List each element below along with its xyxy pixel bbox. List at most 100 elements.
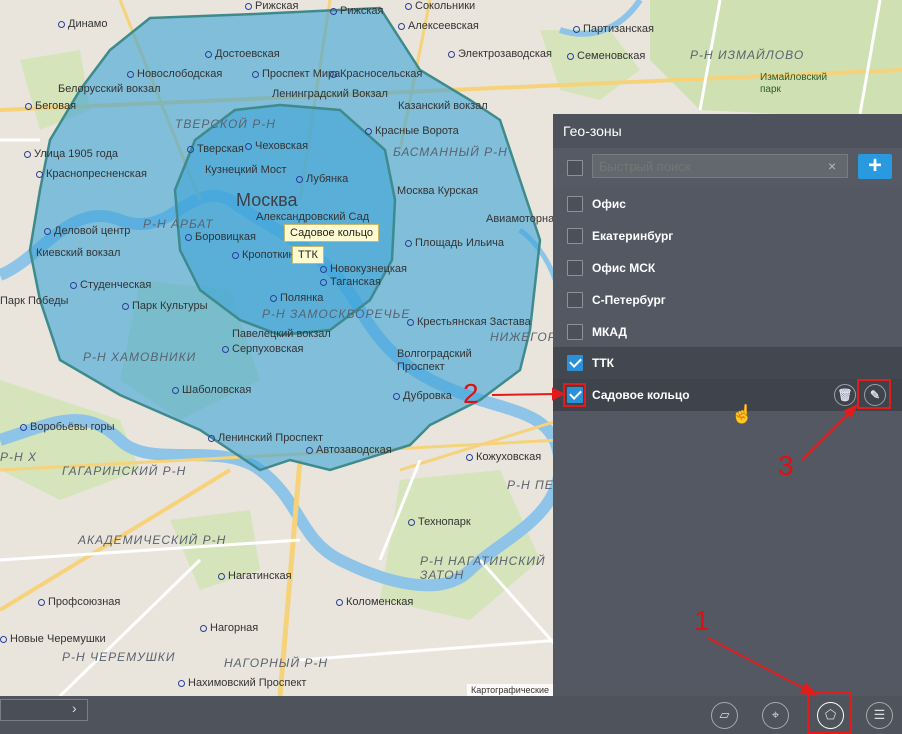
metro-label: Чеховская bbox=[245, 140, 308, 153]
metro-label: Улица 1905 года bbox=[24, 148, 118, 161]
metro-label: Электрозаводская bbox=[448, 48, 552, 61]
district-label: Р-Н Х bbox=[0, 450, 38, 464]
annotation-box-checkbox bbox=[563, 383, 586, 407]
metro-label: Нагатинская bbox=[218, 570, 292, 583]
zone-row[interactable]: Офис bbox=[553, 188, 902, 220]
zone-row[interactable]: Офис МСК bbox=[553, 252, 902, 284]
district-label: НИЖЕГОР bbox=[490, 330, 557, 344]
eraser-tool-button[interactable]: ▱ bbox=[711, 702, 738, 729]
eraser-icon: ▱ bbox=[719, 707, 730, 722]
metro-label: Серпуховская bbox=[222, 343, 303, 356]
layers-icon: ☰ bbox=[873, 707, 886, 722]
metro-label: Новослободская bbox=[127, 68, 222, 81]
map-label: Парк Победы bbox=[0, 295, 69, 307]
map-label: Белорусский вокзал bbox=[58, 83, 161, 95]
zone-row-sadovoe[interactable]: Садовое кольцо 🗑 ✎ bbox=[553, 379, 902, 411]
metro-label: Рижская bbox=[245, 0, 298, 13]
geozones-panel: Гео-зоны × + Офис Екатеринбург Офис МСК … bbox=[553, 114, 902, 696]
metro-label: Воробьёвы горы bbox=[20, 421, 115, 434]
metro-label: Студенческая bbox=[70, 279, 151, 292]
zone-checkbox[interactable] bbox=[567, 260, 583, 276]
zone-checkbox[interactable] bbox=[567, 324, 583, 340]
metro-label: Кожуховская bbox=[466, 451, 541, 464]
metro-label: Таганская bbox=[320, 276, 381, 289]
map-marker-icon: ⌖ bbox=[771, 707, 780, 722]
map-label: Казанский вокзал bbox=[398, 100, 488, 112]
district-label: ТВЕРСКОЙ Р-Н bbox=[175, 117, 276, 131]
district-label: БАСМАННЫЙ Р-Н bbox=[393, 145, 508, 159]
metro-label: Боровицкая bbox=[185, 231, 256, 244]
metro-label: Коломенская bbox=[336, 596, 413, 609]
metro-label: Полянка bbox=[270, 292, 323, 305]
metro-label: Рижская bbox=[330, 5, 383, 18]
trash-icon: 🗑 bbox=[837, 388, 853, 402]
metro-label: Дубровка bbox=[393, 390, 452, 403]
metro-label: Нахимовский Проспект bbox=[178, 677, 306, 690]
map-label: Павелецкий вокзал bbox=[232, 328, 331, 340]
district-label: Р-Н НАГАТИНСКИЙ ЗАТОН bbox=[420, 554, 546, 582]
zone-checkbox[interactable] bbox=[567, 292, 583, 308]
annotation-number: 1 bbox=[694, 605, 710, 636]
map-label: Волгоградский Проспект bbox=[397, 348, 472, 373]
park-label: Измайловский парк bbox=[760, 72, 828, 95]
layers-tool-button[interactable]: ☰ bbox=[866, 702, 893, 729]
clear-icon[interactable]: × bbox=[828, 158, 836, 174]
map-label: Ленинградский Вокзал bbox=[272, 88, 388, 100]
annotation-number: 2 bbox=[463, 378, 479, 409]
metro-label: Красносельская bbox=[330, 68, 422, 81]
district-label: НАГОРНЫЙ Р-Н bbox=[224, 656, 329, 670]
district-label: Р-Н АРБАТ bbox=[143, 217, 214, 231]
metro-label: Автозаводская bbox=[306, 444, 392, 457]
metro-label: Сокольники bbox=[405, 0, 475, 13]
delete-zone-button[interactable]: 🗑 bbox=[834, 384, 856, 406]
zone-name: МКАД bbox=[592, 325, 627, 339]
zone-checkbox[interactable] bbox=[567, 196, 583, 212]
annotation-box-edit bbox=[857, 379, 891, 409]
city-label: Москва bbox=[236, 190, 298, 210]
bottom-toolbar: › ▱ ⌖ ⬠ ☰ bbox=[0, 696, 902, 734]
metro-label: Проспект Мира bbox=[252, 68, 340, 81]
zone-tooltip-sadovoe: Садовое кольцо bbox=[284, 224, 379, 242]
zone-row-ttk[interactable]: ТТК bbox=[553, 347, 902, 379]
metro-label: Парк Культуры bbox=[122, 300, 208, 313]
district-label: Р-Н ЗАМОСКВОРЕЧЬЕ bbox=[262, 307, 411, 321]
chevron-right-icon[interactable]: › bbox=[72, 700, 77, 716]
annotation-number: 3 bbox=[778, 450, 794, 481]
metro-label: Динамо bbox=[58, 18, 107, 31]
district-label: Р-Н ИЗМАЙЛОВО bbox=[690, 48, 805, 62]
zone-row[interactable]: МКАД bbox=[553, 316, 902, 348]
metro-label: Красные Ворота bbox=[365, 125, 459, 138]
district-label: ГАГАРИНСКИЙ Р-Н bbox=[62, 464, 187, 478]
metro-label: Алексеевская bbox=[398, 20, 479, 33]
zone-checkbox[interactable] bbox=[567, 228, 583, 244]
metro-label: Площадь Ильича bbox=[405, 237, 504, 250]
metro-label: Крестьянская Застава bbox=[407, 316, 531, 329]
district-label: АКАДЕМИЧЕСКИЙ Р-Н bbox=[78, 533, 227, 547]
map-marker-tool-button[interactable]: ⌖ bbox=[762, 702, 789, 729]
annotation-box-geozones bbox=[807, 691, 852, 734]
zone-name: Садовое кольцо bbox=[592, 388, 690, 402]
zone-tooltip-ttk: ТТК bbox=[292, 246, 324, 264]
district-label: Р-Н ХАМОВНИКИ bbox=[83, 350, 197, 364]
map-label: Кузнецкий Мост bbox=[205, 164, 287, 176]
metro-label: Партизанская bbox=[573, 23, 654, 36]
zone-row[interactable]: С-Петербург bbox=[553, 284, 902, 316]
metro-label: Шаболовская bbox=[172, 384, 251, 397]
panel-title: Гео-зоны bbox=[553, 114, 902, 148]
metro-label: Беговая bbox=[25, 100, 76, 113]
map-label: Александровский Сад bbox=[256, 211, 370, 223]
metro-label: Нагорная bbox=[200, 622, 258, 635]
metro-label: Краснопресненская bbox=[36, 168, 147, 181]
add-zone-button[interactable]: + bbox=[858, 154, 892, 179]
district-label: Р-Н ЧЕРЕМУШКИ bbox=[62, 650, 176, 664]
zone-row[interactable]: Екатеринбург bbox=[553, 220, 902, 252]
metro-label: Лубянка bbox=[296, 173, 348, 186]
metro-label: Деловой центр bbox=[44, 225, 130, 238]
zone-name: ТТК bbox=[592, 356, 614, 370]
zone-name: С-Петербург bbox=[592, 293, 666, 307]
select-all-checkbox[interactable] bbox=[567, 160, 583, 176]
search-row bbox=[553, 148, 902, 188]
quick-search-input[interactable] bbox=[592, 154, 848, 178]
zone-checkbox-checked[interactable] bbox=[567, 355, 583, 371]
metro-label: Тверская bbox=[187, 143, 244, 156]
